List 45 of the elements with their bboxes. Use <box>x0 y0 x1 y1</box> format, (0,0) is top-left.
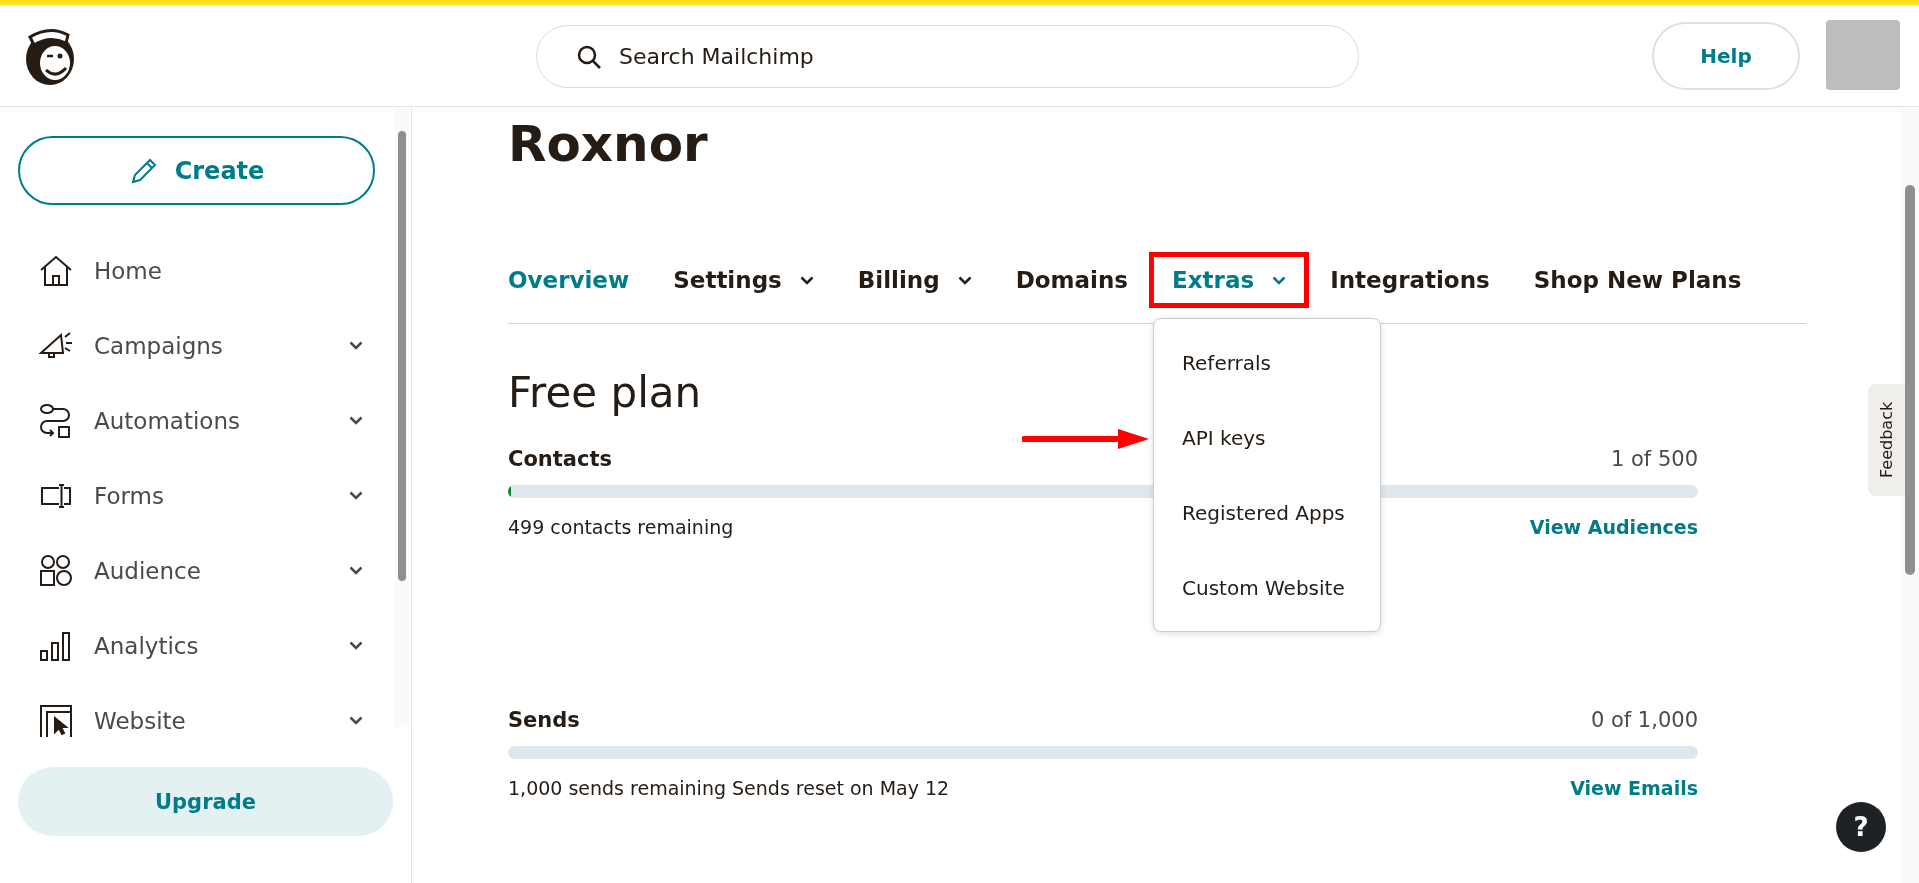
search-icon <box>576 44 602 70</box>
menu-item[interactable]: Registered Apps <box>1154 475 1381 550</box>
nav-item[interactable]: Website <box>0 683 411 758</box>
chevron-down-icon <box>349 566 363 575</box>
tab[interactable]: Overview <box>485 252 653 308</box>
tab[interactable]: Extras <box>1149 252 1310 308</box>
menu-item[interactable]: Custom Website <box>1154 550 1381 625</box>
view-link[interactable]: View Emails <box>1570 777 1698 799</box>
chevron-down-icon <box>349 416 363 425</box>
nav-item[interactable]: Campaigns <box>0 308 411 383</box>
scrollbar[interactable] <box>1900 107 1919 883</box>
tab[interactable]: Shop New Plans <box>1510 252 1765 308</box>
view-link[interactable]: View Audiences <box>1529 516 1698 538</box>
tab[interactable]: Domains <box>992 252 1152 308</box>
create-button[interactable]: Create <box>18 136 375 205</box>
usage-count: 1 of 500 <box>1610 447 1698 471</box>
tab[interactable]: Integrations <box>1307 252 1513 308</box>
usage-label: Contacts <box>508 447 612 471</box>
nav-item[interactable]: Forms <box>0 458 411 533</box>
usage-count: 0 of 1,000 <box>1590 708 1698 732</box>
menu-item[interactable]: Referrals <box>1154 325 1381 400</box>
chevron-down-icon <box>349 641 363 650</box>
page-title: Roxnor <box>508 114 709 175</box>
usage-label: Sends <box>508 708 580 732</box>
nav-item[interactable]: Audience <box>0 533 411 608</box>
menu-item[interactable]: API keys <box>1154 400 1381 475</box>
nav-item[interactable]: Home <box>0 233 411 308</box>
feedback-tab[interactable]: Feedback <box>1868 384 1905 496</box>
remaining-text: 499 contacts remaining <box>508 516 734 538</box>
upgrade-button[interactable]: Upgrade <box>18 767 393 836</box>
tab[interactable]: Settings <box>650 252 837 308</box>
chevron-down-icon <box>1272 275 1287 285</box>
chevron-down-icon <box>349 716 363 725</box>
chevron-down-icon <box>349 491 363 500</box>
remaining-text: 1,000 sends remaining Sends reset on May 12 <box>508 777 950 799</box>
help-fab[interactable]: ? <box>1836 802 1886 852</box>
chevron-down-icon <box>799 275 814 285</box>
scrollbar[interactable] <box>395 107 409 727</box>
chevron-down-icon <box>349 341 363 350</box>
chevron-down-icon <box>957 275 972 285</box>
nav-item[interactable]: Analytics <box>0 608 411 683</box>
tab[interactable]: Billing <box>834 252 995 308</box>
search-field[interactable]: Search Mailchimp <box>536 25 1359 88</box>
nav-item[interactable]: Automations <box>0 383 411 458</box>
help-button[interactable]: Help <box>1652 22 1800 90</box>
